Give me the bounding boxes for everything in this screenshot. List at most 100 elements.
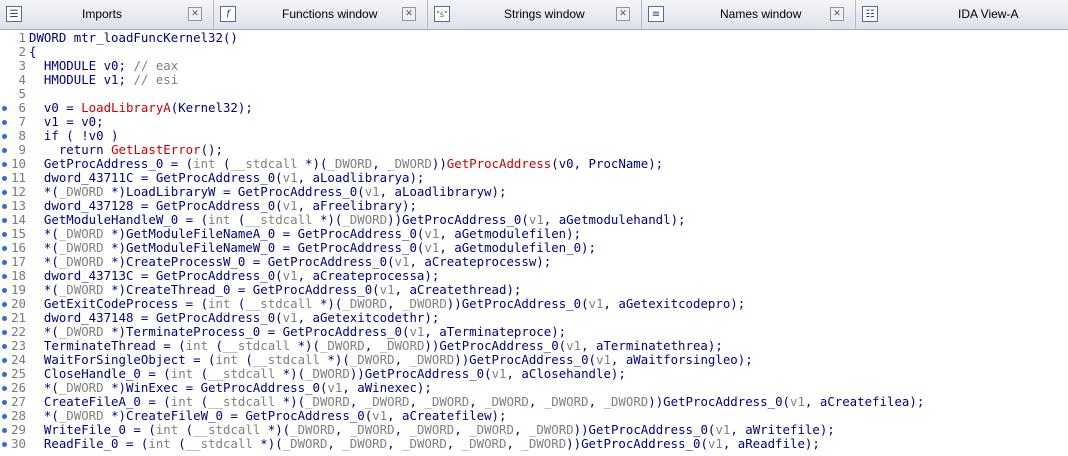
code-line[interactable]: v0 = LoadLibraryA(Kernel32); xyxy=(29,101,253,115)
tab-label: Functions window xyxy=(282,7,378,21)
tab-names-window[interactable]: ≡ Names window ✕ xyxy=(642,0,856,29)
code-token-variable: int xyxy=(170,394,194,409)
code-line[interactable]: v1 = v0; xyxy=(29,115,104,129)
code-token-plain: , aCreatethread); xyxy=(394,282,522,297)
code-token-variable: __stdcall xyxy=(222,338,291,353)
code-line[interactable]: DWORD mtr_loadFuncKernel32() xyxy=(29,31,238,45)
code-line[interactable]: *(_DWORD *)CreateProcessW_0 = GetProcAdd… xyxy=(29,255,551,269)
code-token-variable: v1 xyxy=(588,296,604,311)
breakpoint-dot-icon[interactable] xyxy=(2,372,7,377)
code-token-variable: _DWORD xyxy=(58,240,104,255)
code-line[interactable]: ReadFile_0 = (int (__stdcall *)(_DWORD, … xyxy=(29,437,820,451)
breakpoint-dot-icon[interactable] xyxy=(2,414,7,419)
code-token-plain: *)( xyxy=(260,422,291,437)
code-line[interactable]: HMODULE v1; // esi xyxy=(29,73,178,87)
code-token-plain: ( xyxy=(208,338,223,353)
code-line[interactable]: *(_DWORD *)GetModuleFileNameA_0 = GetPro… xyxy=(29,227,581,241)
code-token-plain: *)( xyxy=(275,394,306,409)
breakpoint-dot-icon[interactable] xyxy=(2,134,7,139)
breakpoint-dot-icon[interactable] xyxy=(2,316,7,321)
code-token-plain: , xyxy=(349,394,365,409)
code-token-plain: ))GetProcAddress_0( xyxy=(424,338,567,353)
code-line[interactable]: CloseHandle_0 = (int (__stdcall *)(_DWOR… xyxy=(29,367,626,381)
breakpoint-dot-icon[interactable] xyxy=(2,344,7,349)
close-icon[interactable]: ✕ xyxy=(188,7,202,21)
breakpoint-dot-icon[interactable] xyxy=(2,330,7,335)
code-line[interactable]: *(_DWORD *)LoadLibraryW = GetProcAddress… xyxy=(29,184,507,199)
code-line[interactable]: TerminateThread = (int (__stdcall *)(_DW… xyxy=(29,339,723,353)
code-token-plain: WriteFile_0 = ( xyxy=(29,422,156,437)
breakpoint-dot-icon[interactable] xyxy=(2,400,7,405)
code-line[interactable]: GetExitCodeProcess = (int (__stdcall *)(… xyxy=(29,297,745,311)
tab-functions-window[interactable]: f Functions window ✕ xyxy=(214,0,428,29)
tab-label: Names window xyxy=(720,7,802,21)
code-token-plain: ( xyxy=(193,394,209,409)
code-token-variable: v1 xyxy=(596,352,611,367)
breakpoint-dot-icon[interactable] xyxy=(2,274,7,279)
code-token-variable: int xyxy=(148,436,171,451)
breakpoint-dot-icon[interactable] xyxy=(2,232,7,237)
breakpoint-dot-icon[interactable] xyxy=(2,106,7,111)
code-line[interactable]: if ( !v0 ) xyxy=(29,129,119,143)
breakpoint-dot-icon[interactable] xyxy=(2,204,7,209)
code-token-variable: v1 xyxy=(424,240,440,255)
tab-ida-view-a[interactable]: ☷ IDA View-A xyxy=(856,0,1068,29)
breakpoint-dot-icon[interactable] xyxy=(2,148,7,153)
breakpoint-dot-icon[interactable] xyxy=(2,260,7,265)
breakpoint-dot-icon[interactable] xyxy=(2,428,7,433)
code-token-plain: (v0, ProcName); xyxy=(551,156,664,171)
code-token-variable: int xyxy=(208,296,231,311)
code-token-variable: _DWORD xyxy=(387,156,432,171)
code-line[interactable]: CreateFileA_0 = (int (__stdcall *)(_DWOR… xyxy=(29,395,924,409)
pseudocode-view[interactable]: 1 2 3 4 5 6 7 8 9 10 11 12 13 14 15 16 17 18 19 20 21 22 23 24 2… xyxy=(0,30,1068,456)
breakpoint-dot-icon[interactable] xyxy=(2,218,7,223)
code-token-plain: , aReadfile); xyxy=(722,436,820,451)
tab-imports[interactable]: ☰ Imports ✕ xyxy=(0,0,214,29)
code-token-variable: v1 xyxy=(327,380,343,395)
code-line[interactable]: dword_437128 = GetProcAddress_0(v1, aFre… xyxy=(29,199,417,213)
code-line[interactable]: *(_DWORD *)WinExec = GetProcAddress_0(v1… xyxy=(29,381,432,395)
code-token-plain: )) xyxy=(431,156,447,171)
code-line[interactable]: dword_437148 = GetProcAddress_0(v1, aGet… xyxy=(29,311,439,325)
code-token-plain: CreateFileA_0 = ( xyxy=(29,394,171,409)
breakpoint-dot-icon[interactable] xyxy=(2,386,7,391)
code-line[interactable]: WriteFile_0 = (int (__stdcall *)(_DWORD,… xyxy=(29,423,835,437)
code-line[interactable]: { xyxy=(29,45,36,59)
breakpoint-dot-icon[interactable] xyxy=(2,190,7,195)
code-line[interactable]: GetProcAddress_0 = (int (__stdcall *)(_D… xyxy=(29,157,663,171)
code-token-variable: _DWORD xyxy=(58,184,104,199)
code-line[interactable]: *(_DWORD *)GetModuleFileNameW_0 = GetPro… xyxy=(29,241,596,255)
code-line[interactable]: dword_43713C = GetProcAddress_0(v1, aCre… xyxy=(29,269,439,283)
code-line[interactable]: HMODULE v0; // eax xyxy=(29,59,178,73)
code-token-plain: , xyxy=(372,156,388,171)
tab-strings-window[interactable]: "s" Strings window ✕ xyxy=(428,0,642,29)
code-line[interactable]: *(_DWORD *)CreateThread_0 = GetProcAddre… xyxy=(29,283,521,297)
code-token-plain: *( xyxy=(29,184,59,199)
code-token-variable: _DWORD xyxy=(305,366,350,381)
breakpoint-dot-icon[interactable] xyxy=(2,162,7,167)
code-token-plain: , xyxy=(506,436,522,451)
close-icon[interactable]: ✕ xyxy=(830,7,844,21)
code-token-variable: v1 xyxy=(364,184,380,199)
code-token-plain: , xyxy=(513,422,529,437)
breakpoint-dot-icon[interactable] xyxy=(2,442,7,447)
code-line[interactable]: return GetLastError(); xyxy=(29,143,223,157)
code-line[interactable]: *(_DWORD *)CreateFileW_0 = GetProcAddres… xyxy=(29,409,507,423)
breakpoint-dot-icon[interactable] xyxy=(2,302,7,307)
code-token-plain: GetModuleHandleW_0 = ( xyxy=(29,212,209,227)
breakpoint-dot-icon[interactable] xyxy=(2,358,7,363)
code-line[interactable]: dword_43711C = GetProcAddress_0(v1, aLoa… xyxy=(29,171,424,185)
code-line[interactable]: GetModuleHandleW_0 = (int (__stdcall *)(… xyxy=(29,213,686,227)
breakpoint-dot-icon[interactable] xyxy=(2,246,7,251)
code-line[interactable]: *(_DWORD *)TerminateProcess_0 = GetProcA… xyxy=(29,325,566,339)
close-icon[interactable]: ✕ xyxy=(616,7,630,21)
code-line[interactable]: WaitForSingleObject = (int (__stdcall *)… xyxy=(29,353,753,367)
code-token-plain: CloseHandle_0 = ( xyxy=(29,366,171,381)
code-token-variable: __stdcall xyxy=(185,436,253,451)
close-icon[interactable]: ✕ xyxy=(402,7,416,21)
code-token-variable: _DWORD xyxy=(469,422,514,437)
breakpoint-dot-icon[interactable] xyxy=(2,120,7,125)
code-token-variable: _DWORD xyxy=(543,394,589,409)
breakpoint-dot-icon[interactable] xyxy=(2,288,7,293)
breakpoint-dot-icon[interactable] xyxy=(2,176,7,181)
